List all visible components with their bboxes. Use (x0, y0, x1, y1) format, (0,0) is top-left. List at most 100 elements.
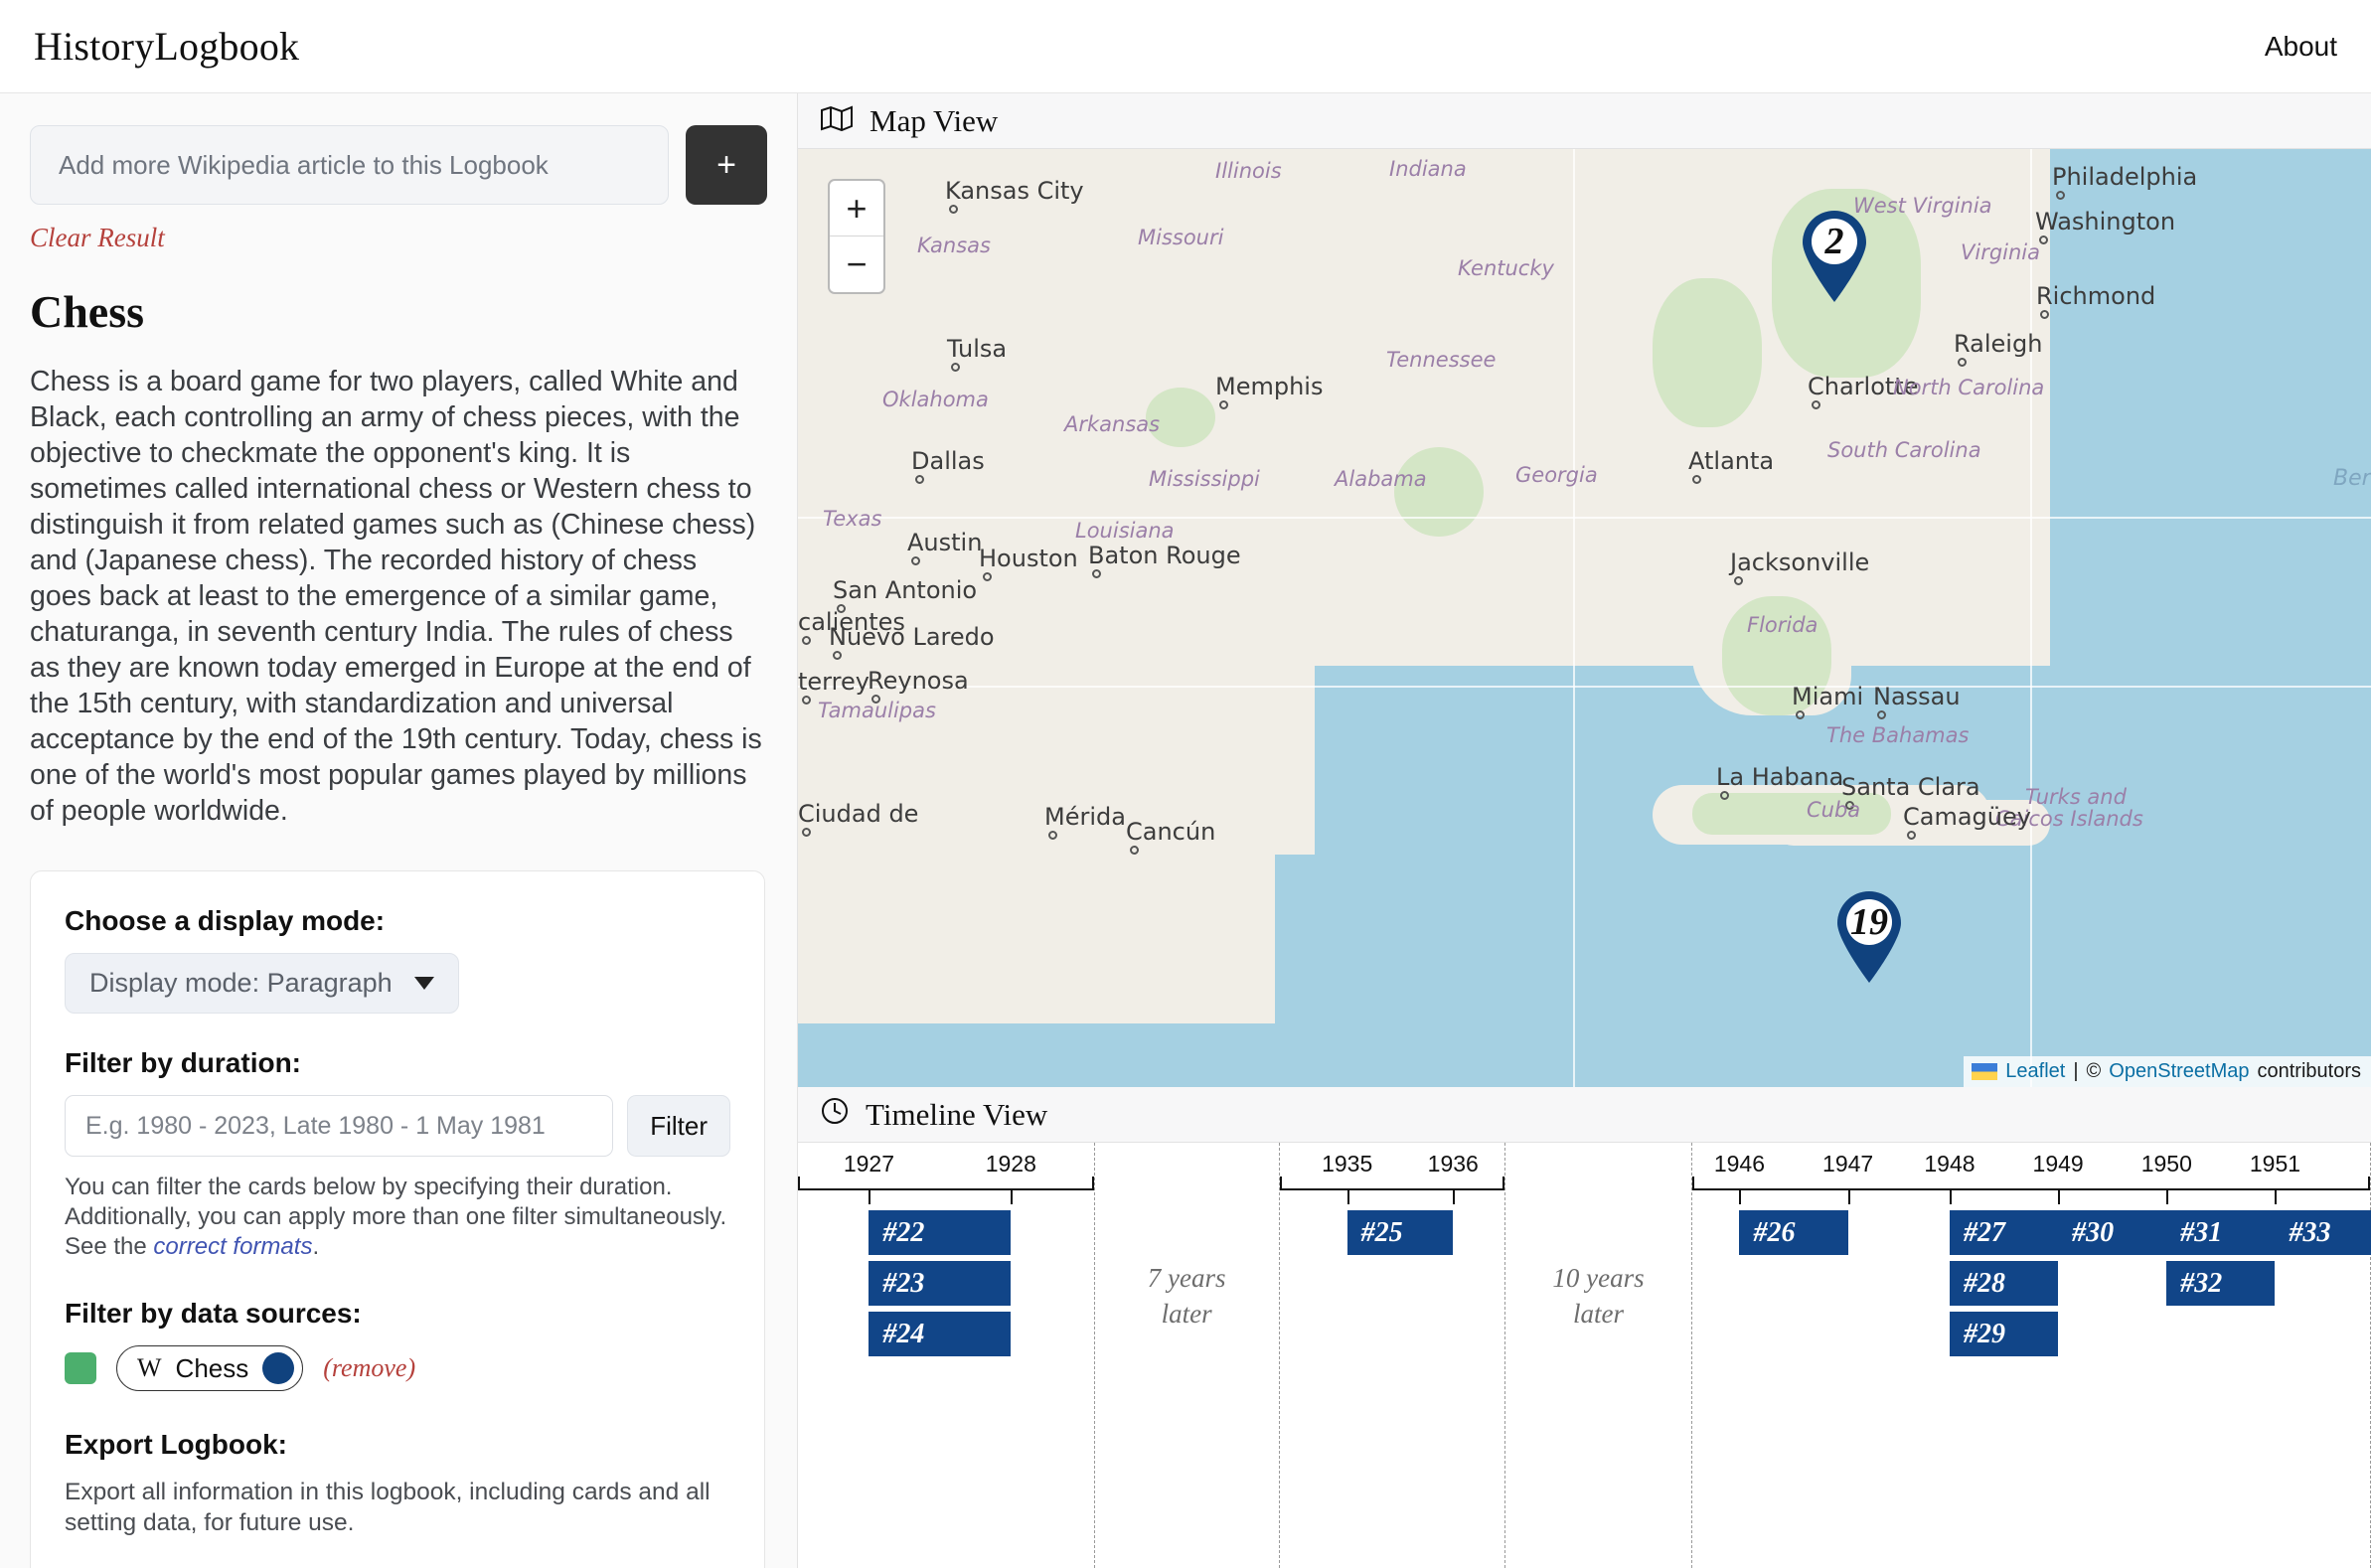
chevron-down-icon (413, 977, 434, 990)
map-marker-pin[interactable]: 19 (1831, 889, 1907, 985)
timeline-year-label: 1948 (1924, 1151, 1976, 1176)
map-canvas[interactable]: + − Kansas City Illinois Indiana Philadelph… (798, 149, 2371, 1087)
source-chip-chess[interactable]: W Chess (116, 1345, 304, 1391)
map-city-dot-icon (1720, 791, 1729, 800)
add-article-button[interactable]: + (686, 125, 767, 205)
map-zoom-out-button[interactable]: − (830, 236, 883, 292)
ukraine-flag-icon (1972, 1063, 1998, 1080)
map-panel: Map View + − Kansas City Illinois Indian… (798, 93, 2371, 1087)
clock-icon (820, 1096, 850, 1134)
timeline-body[interactable]: 1927 1928 #22 #23 #24 7 years later 1935 1936 #25… (798, 1143, 2371, 1568)
duration-filter-input[interactable] (65, 1095, 614, 1157)
timeline-panel-header: Timeline View (798, 1087, 2371, 1143)
map-zoom-controls: + − (828, 179, 885, 294)
timeline-event-bar[interactable]: #23 (869, 1261, 1012, 1306)
timeline-axis (798, 1188, 1094, 1190)
timeline-section: 1927 1928 #22 #23 #24 (798, 1143, 1095, 1568)
map-city-dot-icon (2040, 310, 2049, 319)
timeline-event-bar[interactable]: #28 (1949, 1261, 2059, 1306)
article-summary-text: Chess is a board game for two players, c… (30, 366, 762, 827)
display-mode-select[interactable]: Display mode: Paragraph (65, 953, 459, 1014)
map-zoom-in-button[interactable]: + (830, 181, 883, 236)
timeline-axis-cap (1091, 1176, 1094, 1190)
timeline-section: 10 years later (1505, 1143, 1692, 1568)
map-city-dot-icon (911, 556, 920, 565)
leaflet-link[interactable]: Leaflet (2005, 1060, 2065, 1083)
map-label: Bermuda (2333, 466, 2371, 491)
wikipedia-w-icon: W (137, 1353, 162, 1382)
remove-source-link[interactable]: (remove) (323, 1353, 415, 1383)
top-navbar: HistoryLogbook About (0, 0, 2371, 93)
timeline-year-tick (1346, 1188, 1349, 1204)
map-attribution: Leaflet | © OpenStreetMap contributors (1964, 1056, 2371, 1087)
timeline-year-tick (1739, 1188, 1742, 1204)
timeline-year-tick (1011, 1188, 1014, 1204)
timeline-event-bar[interactable]: #31 (2166, 1210, 2276, 1255)
timeline-axis (1279, 1188, 1505, 1190)
map-city-dot-icon (1092, 569, 1101, 578)
settings-card: Choose a display mode: Display mode: Par… (30, 870, 765, 1568)
map-pin-icon (1803, 211, 1866, 302)
timeline-event-bar[interactable]: #32 (2166, 1261, 2276, 1306)
timeline-event-bar[interactable]: #26 (1739, 1210, 1848, 1255)
map-label: Washington (2035, 208, 2176, 235)
map-city-dot-icon (833, 651, 842, 660)
about-link[interactable]: About (2265, 31, 2337, 63)
map-city-dot-icon (951, 363, 960, 372)
timeline-event-bar[interactable]: #25 (1346, 1210, 1454, 1255)
map-city-dot-icon (915, 475, 924, 484)
timeline-year-tick (2166, 1188, 2169, 1204)
export-desc-line-1: Export all information in this logbook, … (65, 1479, 711, 1505)
map-city-dot-icon (949, 205, 958, 214)
timeline-event-bar[interactable]: #27 (1949, 1210, 2059, 1255)
timeline-year-label: 1946 (1713, 1151, 1766, 1176)
map-city-dot-icon (1812, 400, 1820, 409)
map-city-dot-icon (2039, 235, 2048, 244)
filter-help-line-1: You can filter the cards below by specif… (65, 1174, 673, 1200)
timeline-section: 1946 1947 1948 1949 1950 1951 #26 #27 #30 #31 #33 #… (1691, 1143, 2371, 1568)
timeline-event-bar[interactable]: #33 (2275, 1210, 2371, 1255)
map-marker-pin[interactable]: 2 (1797, 209, 1872, 304)
duration-filter-row: Filter (65, 1095, 730, 1157)
openstreetmap-link[interactable]: OpenStreetMap (2109, 1060, 2249, 1083)
timeline-year-tick (2275, 1188, 2278, 1204)
filter-help-line-3-suffix: . (312, 1233, 320, 1260)
export-logbook-label: Export Logbook: (65, 1429, 287, 1460)
right-column: Map View + − Kansas City Illinois Indian… (798, 93, 2371, 1568)
timeline-event-bar[interactable]: #24 (869, 1312, 1012, 1356)
map-city-dot-icon (983, 572, 992, 581)
export-desc-line-2: setting data, for future use. (65, 1509, 355, 1536)
clear-result-link[interactable]: Clear Result (30, 223, 165, 253)
correct-formats-link[interactable]: correct formats (153, 1233, 312, 1260)
filter-help-line-3-prefix: See the (65, 1233, 154, 1260)
filter-button[interactable]: Filter (627, 1095, 730, 1157)
map-city-dot-icon (1734, 576, 1743, 585)
filter-help-text: You can filter the cards below by specif… (65, 1173, 730, 1262)
timeline-year-tick (1949, 1188, 1952, 1204)
export-logbook-description: Export all information in this logbook, … (65, 1477, 730, 1538)
timeline-year-tick (2058, 1188, 2061, 1204)
timeline-axis (1691, 1188, 2370, 1190)
source-chip-label: Chess (175, 1352, 249, 1383)
data-sources-label: Filter by data sources: (65, 1298, 362, 1329)
attribution-contributors: contributors (2257, 1060, 2362, 1082)
timeline-event-bar[interactable]: #30 (2058, 1210, 2167, 1255)
timeline-year-label: 1928 (985, 1151, 1036, 1176)
timeline-event-bar[interactable]: #29 (1949, 1312, 2059, 1356)
timeline-event-bar[interactable]: #22 (869, 1210, 1012, 1255)
article-title: Chess (30, 286, 145, 337)
map-city-dot-icon (1048, 831, 1057, 840)
source-color-swatch[interactable] (65, 1352, 96, 1384)
timeline-year-label: 1951 (2249, 1151, 2301, 1176)
add-article-input[interactable] (30, 125, 669, 205)
timeline-axis-cap (1502, 1176, 1505, 1190)
timeline-year-tick (1453, 1188, 1456, 1204)
timeline-panel: Timeline View 1927 1928 #22 #23 #24 7 years la… (798, 1087, 2371, 1568)
timeline-year-tick (1847, 1188, 1850, 1204)
duration-filter-label: Filter by duration: (65, 1047, 301, 1078)
attribution-separator: | (2073, 1060, 2079, 1082)
timeline-gap-label: 10 years later (1552, 1263, 1645, 1329)
map-city-dot-icon (1845, 801, 1854, 810)
timeline-year-label: 1927 (843, 1151, 895, 1176)
map-city-dot-icon (1958, 358, 1967, 367)
